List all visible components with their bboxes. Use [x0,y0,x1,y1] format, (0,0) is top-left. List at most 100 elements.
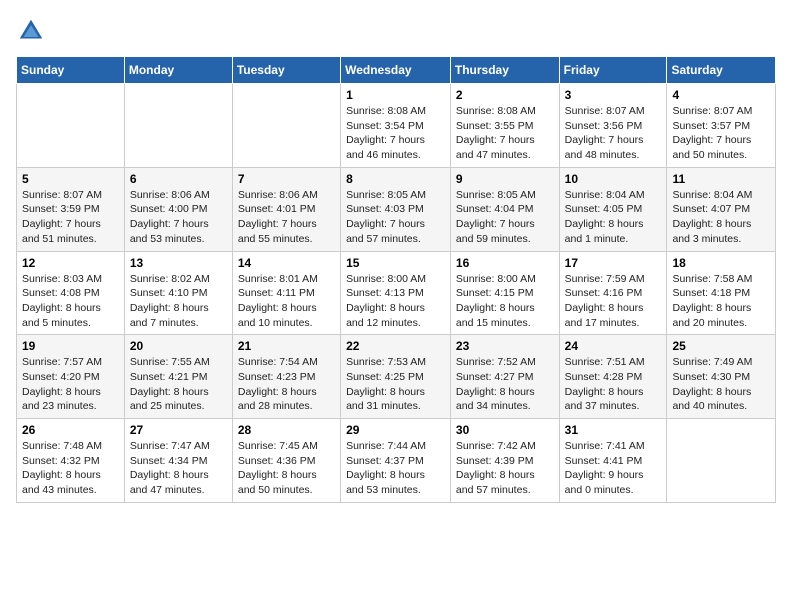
day-number: 24 [565,339,662,353]
day-info: Sunrise: 7:48 AMSunset: 4:32 PMDaylight:… [22,439,119,498]
day-number: 21 [238,339,335,353]
day-info: Sunrise: 7:47 AMSunset: 4:34 PMDaylight:… [130,439,227,498]
day-number: 18 [672,256,770,270]
day-number: 7 [238,172,335,186]
day-info: Sunrise: 8:07 AMSunset: 3:56 PMDaylight:… [565,104,662,163]
calendar-cell: 20 Sunrise: 7:55 AMSunset: 4:21 PMDayligh… [124,335,232,419]
day-number: 1 [346,88,445,102]
calendar-week-4: 19 Sunrise: 7:57 AMSunset: 4:20 PMDayligh… [17,335,776,419]
day-info: Sunrise: 8:06 AMSunset: 4:00 PMDaylight:… [130,188,227,247]
day-info: Sunrise: 7:49 AMSunset: 4:30 PMDaylight:… [672,355,770,414]
calendar-header: SundayMondayTuesdayWednesdayThursdayFrid… [17,57,776,84]
calendar-cell: 13 Sunrise: 8:02 AMSunset: 4:10 PMDayligh… [124,251,232,335]
day-number: 27 [130,423,227,437]
day-number: 17 [565,256,662,270]
weekday-header-friday: Friday [559,57,667,84]
calendar-cell: 30 Sunrise: 7:42 AMSunset: 4:39 PMDayligh… [450,419,559,503]
day-info: Sunrise: 8:03 AMSunset: 4:08 PMDaylight:… [22,272,119,331]
day-info: Sunrise: 8:05 AMSunset: 4:04 PMDaylight:… [456,188,554,247]
day-info: Sunrise: 7:45 AMSunset: 4:36 PMDaylight:… [238,439,335,498]
calendar-week-5: 26 Sunrise: 7:48 AMSunset: 4:32 PMDayligh… [17,419,776,503]
day-number: 22 [346,339,445,353]
day-info: Sunrise: 8:01 AMSunset: 4:11 PMDaylight:… [238,272,335,331]
calendar-cell: 18Sunrise: 7:58 AMSunset: 4:18 PMDayligh… [667,251,776,335]
day-info: Sunrise: 7:57 AMSunset: 4:20 PMDaylight:… [22,355,119,414]
day-number: 6 [130,172,227,186]
weekday-header-sunday: Sunday [17,57,125,84]
day-info: Sunrise: 8:02 AMSunset: 4:10 PMDaylight:… [130,272,227,331]
weekday-header-wednesday: Wednesday [341,57,451,84]
day-info: Sunrise: 8:04 AMSunset: 4:07 PMDaylight:… [672,188,770,247]
day-number: 5 [22,172,119,186]
day-number: 14 [238,256,335,270]
calendar-cell: 28 Sunrise: 7:45 AMSunset: 4:36 PMDayligh… [232,419,340,503]
weekday-header-thursday: Thursday [450,57,559,84]
calendar-cell [17,84,125,168]
day-number: 11 [672,172,770,186]
calendar-cell: 24 Sunrise: 7:51 AMSunset: 4:28 PMDayligh… [559,335,667,419]
calendar-cell: 27 Sunrise: 7:47 AMSunset: 4:34 PMDayligh… [124,419,232,503]
day-info: Sunrise: 8:00 AMSunset: 4:13 PMDaylight:… [346,272,445,331]
calendar-cell: 26 Sunrise: 7:48 AMSunset: 4:32 PMDayligh… [17,419,125,503]
calendar-cell: 3 Sunrise: 8:07 AMSunset: 3:56 PMDaylight… [559,84,667,168]
weekday-row: SundayMondayTuesdayWednesdayThursdayFrid… [17,57,776,84]
day-info: Sunrise: 8:07 AMSunset: 3:57 PMDaylight:… [672,104,770,163]
calendar-cell: 7 Sunrise: 8:06 AMSunset: 4:01 PMDaylight… [232,167,340,251]
day-number: 23 [456,339,554,353]
calendar-cell: 21Sunrise: 7:54 AMSunset: 4:23 PMDayligh… [232,335,340,419]
calendar-body: 1 Sunrise: 8:08 AMSunset: 3:54 PMDaylight… [17,84,776,503]
day-number: 30 [456,423,554,437]
day-number: 16 [456,256,554,270]
day-number: 10 [565,172,662,186]
day-info: Sunrise: 8:00 AMSunset: 4:15 PMDaylight:… [456,272,554,331]
calendar-cell: 11 Sunrise: 8:04 AMSunset: 4:07 PMDayligh… [667,167,776,251]
day-number: 28 [238,423,335,437]
day-info: Sunrise: 8:04 AMSunset: 4:05 PMDaylight:… [565,188,662,247]
day-number: 25 [672,339,770,353]
calendar-cell: 8 Sunrise: 8:05 AMSunset: 4:03 PMDaylight… [341,167,451,251]
page: SundayMondayTuesdayWednesdayThursdayFrid… [0,0,792,612]
day-number: 26 [22,423,119,437]
calendar-cell: 17Sunrise: 7:59 AMSunset: 4:16 PMDayligh… [559,251,667,335]
logo [16,16,50,46]
header [16,16,776,46]
calendar-cell: 19 Sunrise: 7:57 AMSunset: 4:20 PMDayligh… [17,335,125,419]
day-info: Sunrise: 8:06 AMSunset: 4:01 PMDaylight:… [238,188,335,247]
calendar-cell: 4Sunrise: 8:07 AMSunset: 3:57 PMDaylight… [667,84,776,168]
calendar-week-3: 12Sunrise: 8:03 AMSunset: 4:08 PMDayligh… [17,251,776,335]
day-info: Sunrise: 7:55 AMSunset: 4:21 PMDaylight:… [130,355,227,414]
weekday-header-monday: Monday [124,57,232,84]
day-number: 15 [346,256,445,270]
weekday-header-saturday: Saturday [667,57,776,84]
calendar-cell: 16 Sunrise: 8:00 AMSunset: 4:15 PMDayligh… [450,251,559,335]
calendar-cell: 10 Sunrise: 8:04 AMSunset: 4:05 PMDayligh… [559,167,667,251]
calendar-cell: 12Sunrise: 8:03 AMSunset: 4:08 PMDayligh… [17,251,125,335]
day-number: 13 [130,256,227,270]
calendar-cell: 15 Sunrise: 8:00 AMSunset: 4:13 PMDayligh… [341,251,451,335]
day-number: 20 [130,339,227,353]
calendar-cell: 6 Sunrise: 8:06 AMSunset: 4:00 PMDaylight… [124,167,232,251]
day-number: 19 [22,339,119,353]
calendar-cell: 5Sunrise: 8:07 AMSunset: 3:59 PMDaylight… [17,167,125,251]
calendar-cell: 31Sunrise: 7:41 AMSunset: 4:41 PMDayligh… [559,419,667,503]
day-info: Sunrise: 8:05 AMSunset: 4:03 PMDaylight:… [346,188,445,247]
day-info: Sunrise: 7:42 AMSunset: 4:39 PMDaylight:… [456,439,554,498]
day-number: 9 [456,172,554,186]
day-number: 8 [346,172,445,186]
calendar-week-2: 5Sunrise: 8:07 AMSunset: 3:59 PMDaylight… [17,167,776,251]
calendar-cell: 25 Sunrise: 7:49 AMSunset: 4:30 PMDayligh… [667,335,776,419]
day-info: Sunrise: 7:44 AMSunset: 4:37 PMDaylight:… [346,439,445,498]
day-info: Sunrise: 8:08 AMSunset: 3:55 PMDaylight:… [456,104,554,163]
calendar-cell: 14 Sunrise: 8:01 AMSunset: 4:11 PMDayligh… [232,251,340,335]
day-number: 29 [346,423,445,437]
day-number: 2 [456,88,554,102]
calendar-cell: 2 Sunrise: 8:08 AMSunset: 3:55 PMDaylight… [450,84,559,168]
calendar-cell: 23Sunrise: 7:52 AMSunset: 4:27 PMDayligh… [450,335,559,419]
day-info: Sunrise: 7:41 AMSunset: 4:41 PMDaylight:… [565,439,662,498]
day-info: Sunrise: 8:08 AMSunset: 3:54 PMDaylight:… [346,104,445,163]
day-info: Sunrise: 7:51 AMSunset: 4:28 PMDaylight:… [565,355,662,414]
calendar-cell: 9 Sunrise: 8:05 AMSunset: 4:04 PMDaylight… [450,167,559,251]
calendar-cell [124,84,232,168]
day-number: 3 [565,88,662,102]
calendar-cell [667,419,776,503]
